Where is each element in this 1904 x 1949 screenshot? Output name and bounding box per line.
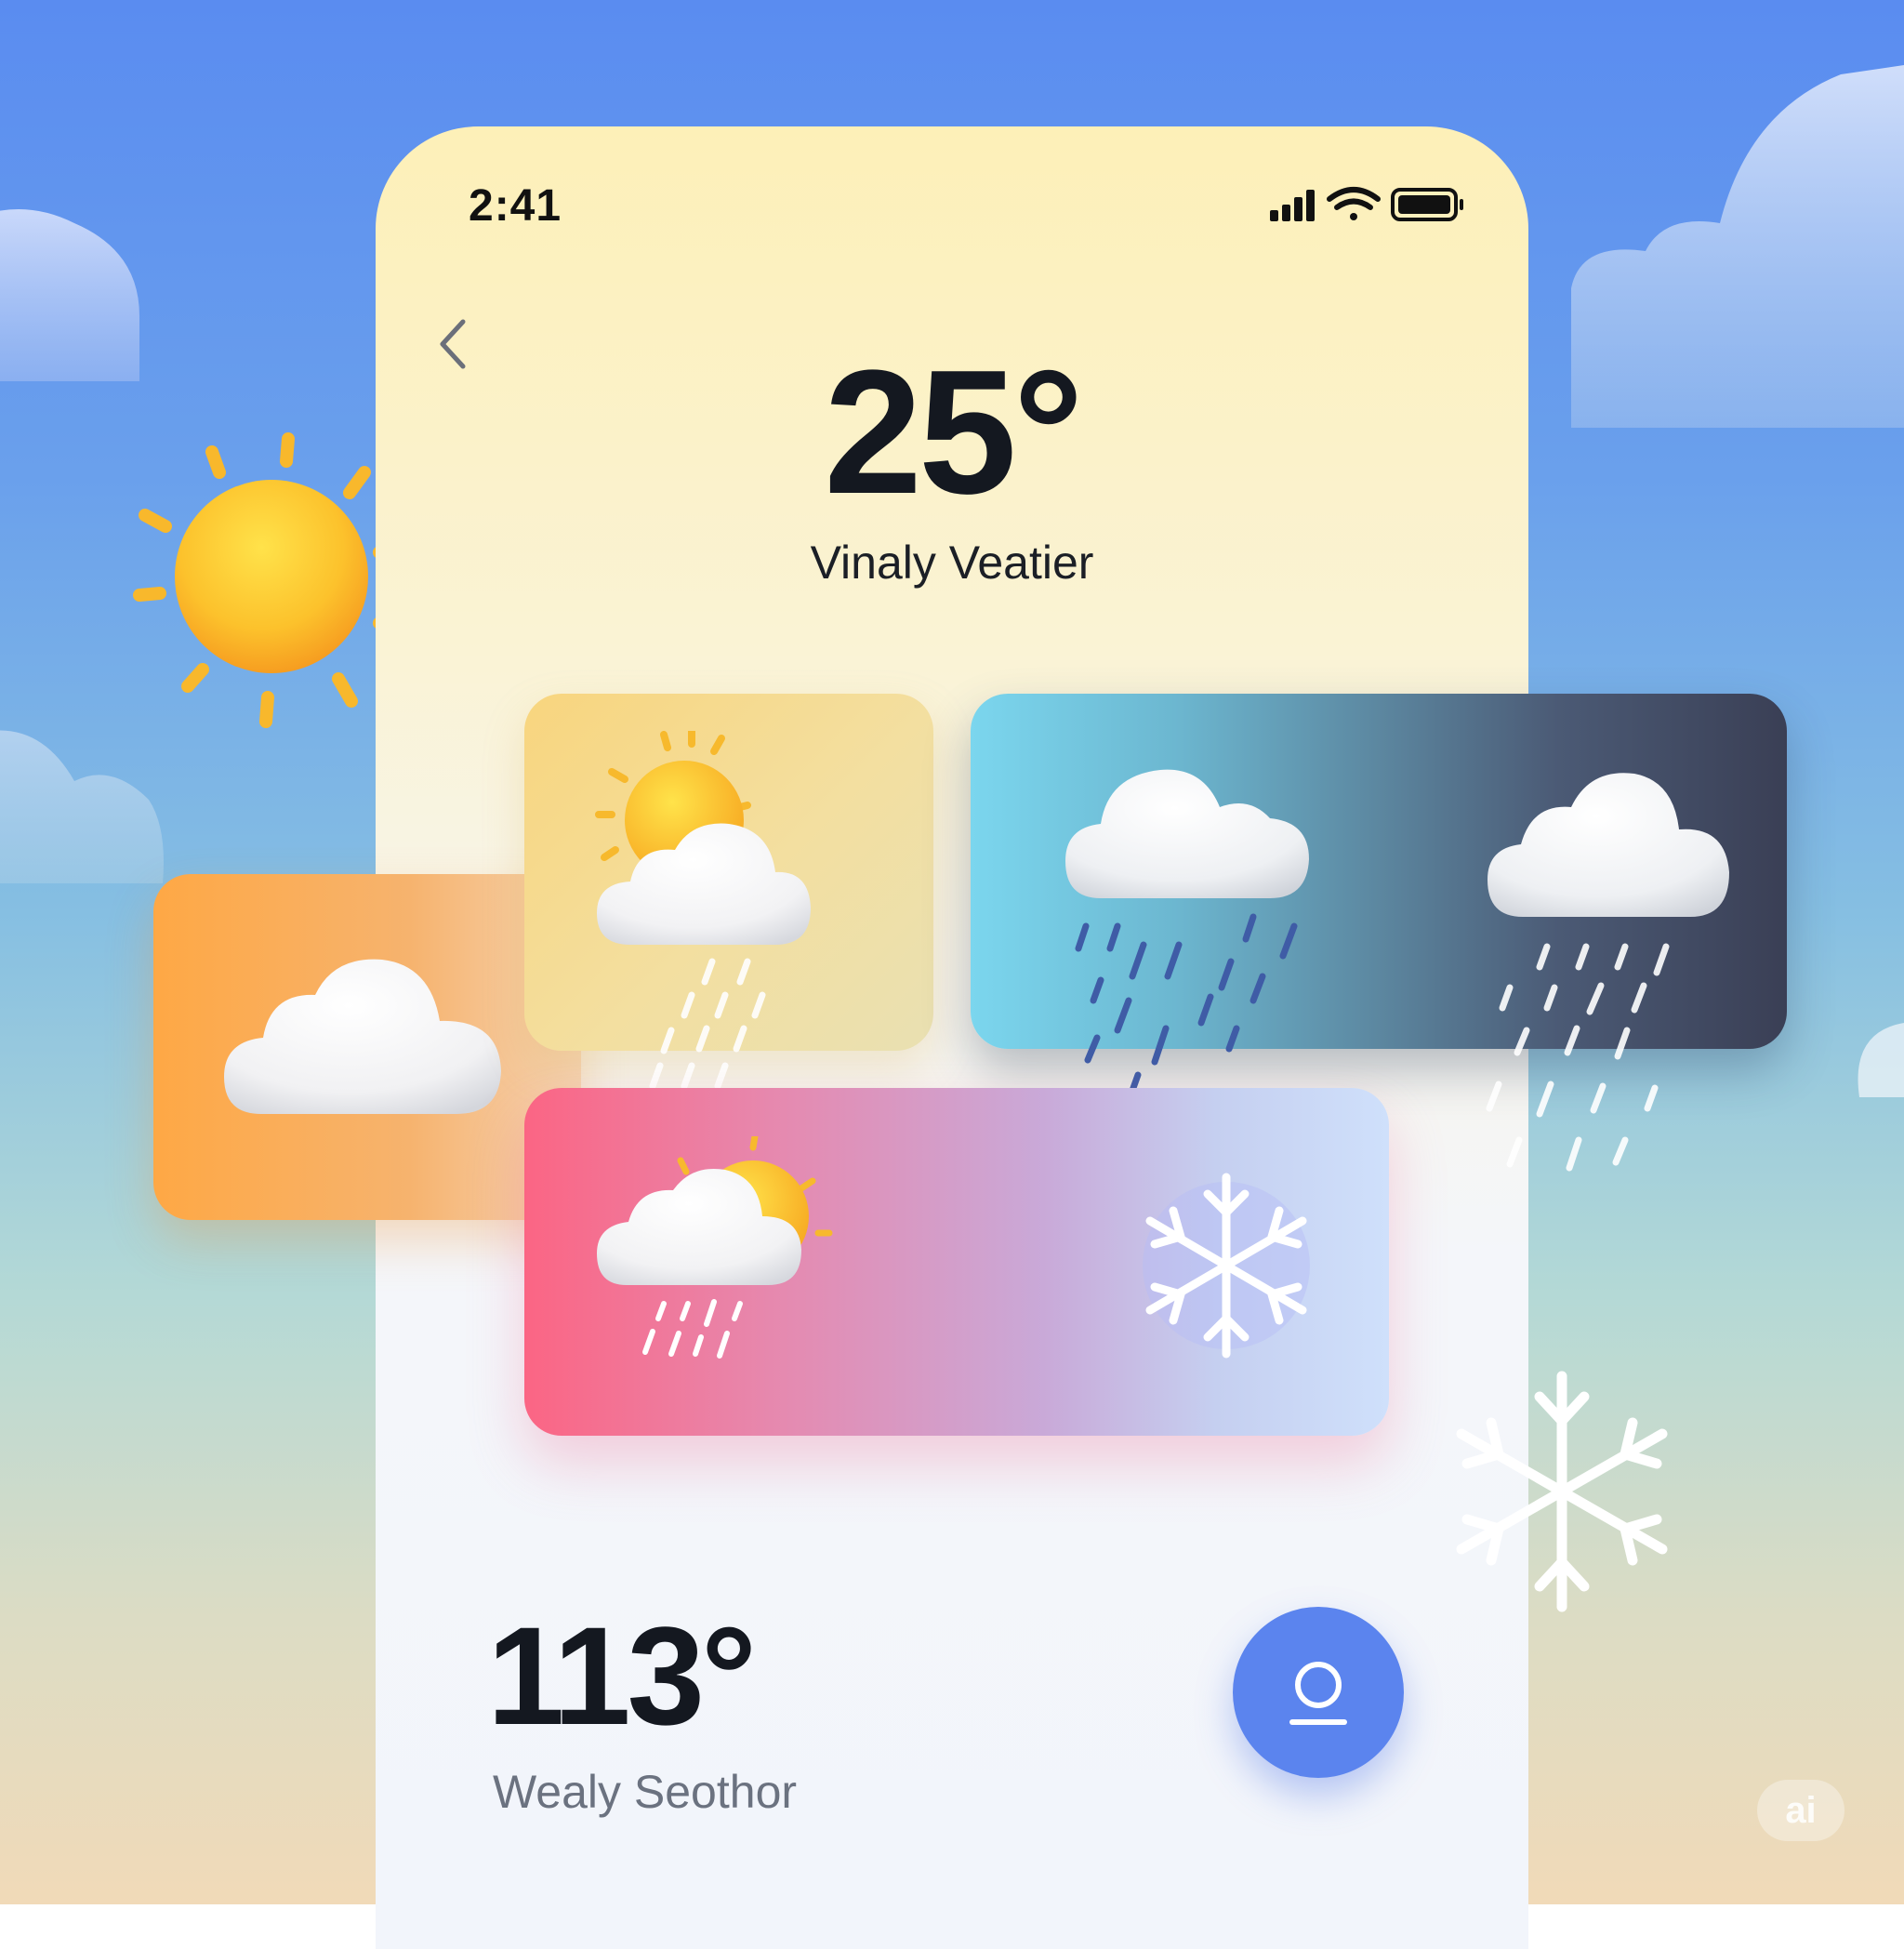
secondary-location-name: Wealy Seothor xyxy=(493,1766,798,1818)
weather-card-rain[interactable] xyxy=(971,694,1787,1172)
cellular-signal-icon xyxy=(1270,190,1315,221)
location-pin-icon xyxy=(1289,1662,1347,1725)
secondary-temperature: 113° xyxy=(487,1598,757,1754)
snowflake-icon xyxy=(1456,1371,1668,1612)
watermark: ai xyxy=(1757,1780,1844,1841)
background-cloud-icon xyxy=(0,730,164,883)
weather-card-cloudy[interactable] xyxy=(153,874,581,1220)
background-cloud-icon xyxy=(1858,1023,1904,1097)
status-icons xyxy=(1270,187,1463,221)
location-name: Vinaly Veatier xyxy=(810,537,1094,589)
snowflake-icon xyxy=(1143,1173,1310,1359)
battery-icon xyxy=(1391,188,1463,221)
rain-cloud-icon xyxy=(1486,773,1729,1172)
weather-card-partly-cloudy-rain[interactable] xyxy=(524,694,933,1090)
sun-cloud-rain-icon xyxy=(597,1136,833,1359)
sun-icon xyxy=(133,432,406,728)
background-cloud-icon xyxy=(1571,65,1904,428)
location-button[interactable] xyxy=(1233,1607,1404,1778)
cloud-icon xyxy=(224,959,501,1114)
status-time: 2:41 xyxy=(469,181,562,231)
current-temperature: 25° xyxy=(824,334,1083,531)
background-cloud-icon xyxy=(0,209,139,381)
weather-card-mixed[interactable] xyxy=(524,1088,1389,1436)
wifi-icon xyxy=(1327,187,1381,220)
